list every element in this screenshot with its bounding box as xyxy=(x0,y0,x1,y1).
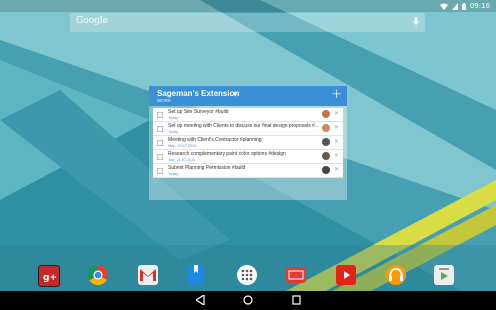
task-date: Mon, 20.07.2015 xyxy=(168,143,197,148)
task-title: Research complementary paint color optio… xyxy=(168,151,286,157)
youtube-icon[interactable] xyxy=(336,265,356,285)
close-icon[interactable]: ✕ xyxy=(334,166,339,173)
task-title: Set up Site Surveyor #build xyxy=(168,109,229,115)
task-checkbox[interactable] xyxy=(157,154,163,160)
books-icon[interactable] xyxy=(188,265,203,285)
task-item[interactable]: Submit Planning Permission #build Today … xyxy=(153,164,343,178)
task-title: Submit Planning Permission #build xyxy=(168,165,246,171)
task-item[interactable]: Set up Site Surveyor #build Today ✕ xyxy=(153,108,343,122)
widget-header: Sageman's Extension ▼ WORK + xyxy=(149,86,347,106)
chrome-icon[interactable] xyxy=(88,265,108,285)
widget-title[interactable]: Sageman's Extension xyxy=(157,89,239,98)
navigation-bar xyxy=(0,291,496,310)
app-drawer-icon[interactable] xyxy=(237,265,257,285)
task-date: Tue, 21.07.2015 xyxy=(168,157,196,162)
dock: g+ xyxy=(0,259,496,291)
status-time: 09:16 xyxy=(469,2,490,10)
play-store-icon[interactable] xyxy=(434,265,454,285)
play-music-icon[interactable] xyxy=(386,265,406,285)
signal-icon xyxy=(451,2,458,10)
mic-icon[interactable] xyxy=(413,17,419,27)
google-logo: Google xyxy=(76,16,108,26)
task-date: Today xyxy=(168,115,179,120)
avatar xyxy=(322,138,330,146)
task-date: Today xyxy=(168,129,179,134)
status-bar: 09:16 xyxy=(0,0,496,12)
home-icon[interactable] xyxy=(243,295,253,305)
widget-subtitle: WORK xyxy=(157,98,171,103)
battery-icon xyxy=(461,2,466,10)
svg-text:g+: g+ xyxy=(43,273,57,283)
task-checkbox[interactable] xyxy=(157,126,163,132)
google-plus-icon[interactable]: g+ xyxy=(38,265,60,287)
task-date: Today xyxy=(168,171,179,176)
avatar xyxy=(322,124,330,132)
recents-icon[interactable] xyxy=(292,295,301,305)
task-title: Set up meeting with Clients to discuss o… xyxy=(168,123,319,129)
add-task-icon[interactable]: + xyxy=(331,87,342,103)
close-icon[interactable]: ✕ xyxy=(334,110,339,117)
chevron-down-icon[interactable]: ▼ xyxy=(233,91,238,98)
wifi-icon xyxy=(439,3,448,10)
task-item[interactable]: Set up meeting with Clients to discuss o… xyxy=(153,122,343,136)
avatar xyxy=(322,166,330,174)
task-checkbox[interactable] xyxy=(157,168,163,174)
task-checkbox[interactable] xyxy=(157,112,163,118)
avatar xyxy=(322,152,330,160)
close-icon[interactable]: ✕ xyxy=(334,152,339,159)
close-icon[interactable]: ✕ xyxy=(334,124,339,131)
google-search-bar[interactable]: Google xyxy=(70,13,425,32)
avatar xyxy=(322,110,330,118)
back-icon[interactable] xyxy=(196,295,205,305)
close-icon[interactable]: ✕ xyxy=(334,138,339,145)
gmail-icon[interactable] xyxy=(138,265,158,285)
tasks-widget: Sageman's Extension ▼ WORK + Set up Site… xyxy=(149,86,347,200)
task-item[interactable]: Meeting with Client's Contractor #planni… xyxy=(153,136,343,150)
task-checkbox[interactable] xyxy=(157,140,163,146)
task-item[interactable]: Research complementary paint color optio… xyxy=(153,150,343,164)
slides-icon[interactable] xyxy=(286,267,306,283)
task-title: Meeting with Client's Contractor #planni… xyxy=(168,137,262,143)
